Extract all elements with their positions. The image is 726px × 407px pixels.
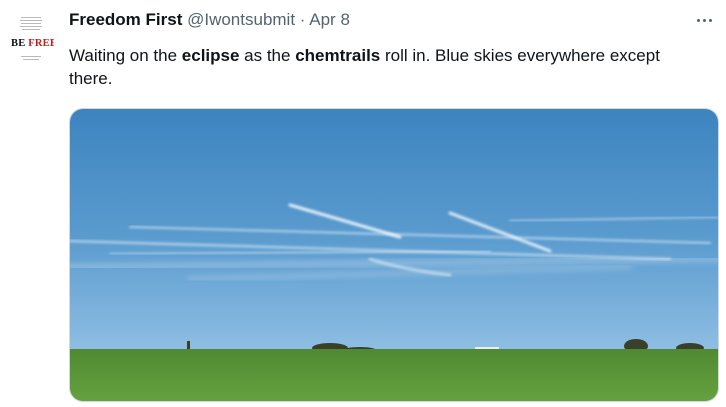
- tweet-text: Waiting on the eclipse as the chemtrails…: [69, 44, 689, 90]
- tweet-text-part: as the: [239, 46, 296, 65]
- hashtag-chemtrails[interactable]: chemtrails: [295, 46, 380, 65]
- avatar-logo: BE FREE: [11, 38, 54, 49]
- tweet-photo[interactable]: [69, 108, 719, 402]
- more-dot: [708, 18, 712, 22]
- tweet[interactable]: BE FREE Freedom First @Iwontsubmit · Apr…: [0, 0, 726, 407]
- tweet-header: Freedom First @Iwontsubmit · Apr 8: [69, 9, 686, 31]
- more-horizontal-icon[interactable]: [694, 15, 714, 25]
- avatar-fine-print: [21, 56, 41, 57]
- sky-photo: [70, 109, 718, 401]
- avatar-fine-print: [20, 26, 42, 27]
- separator-dot: ·: [299, 10, 306, 29]
- avatar[interactable]: BE FREE: [8, 8, 54, 68]
- tweet-text-part: Waiting on the: [69, 46, 182, 65]
- author-name[interactable]: Freedom First: [69, 10, 182, 29]
- tweet-date[interactable]: Apr 8: [309, 10, 350, 29]
- avatar-fine-print: [23, 59, 39, 60]
- avatar-fine-print: [21, 17, 41, 18]
- author-handle[interactable]: @Iwontsubmit: [187, 10, 295, 29]
- more-dot: [696, 18, 700, 22]
- field: [70, 349, 718, 401]
- avatar-fine-print: [22, 29, 40, 30]
- avatar-fine-print: [21, 23, 41, 24]
- more-dot: [702, 18, 706, 22]
- hashtag-eclipse[interactable]: eclipse: [182, 46, 240, 65]
- avatar-fine-print: [20, 20, 42, 21]
